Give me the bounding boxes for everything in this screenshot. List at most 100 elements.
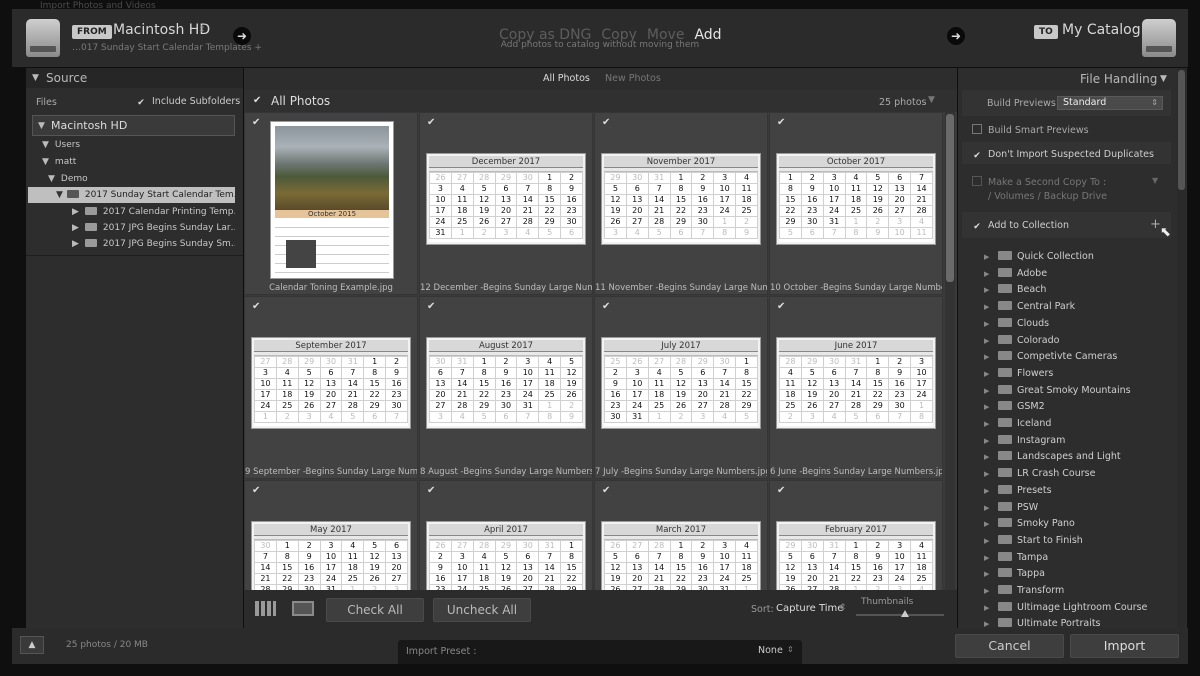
photo-checkbox-icon[interactable]: ✔: [427, 301, 438, 312]
expand-triangle-icon[interactable]: ▶: [984, 416, 998, 433]
import-preset-dropdown[interactable]: None: [758, 645, 783, 656]
photo-checkbox-icon[interactable]: ✔: [252, 301, 263, 312]
collection-item[interactable]: ▶ Start to Finish: [984, 532, 1083, 549]
collection-item[interactable]: ▶ Ultimage Lightroom Course: [984, 599, 1147, 616]
scrollbar-thumb[interactable]: [946, 114, 954, 282]
expand-triangle-icon[interactable]: ▶: [984, 366, 998, 383]
photo-checkbox-icon[interactable]: ✔: [252, 117, 263, 128]
collection-item[interactable]: ▶ Smoky Pano: [984, 515, 1075, 532]
grid-view-icon[interactable]: [254, 600, 277, 617]
photo-thumbnail-cell[interactable]: ✔ February 2017 29 30 31 1 2 3 4 5 6 7 8 9 10 11 12 13 14 1…: [769, 480, 943, 590]
photo-thumbnail-cell[interactable]: ✔ December 2017 26 27 28 29 30 1 2 3 4 5 6 7 8 9 10 11 12 1…: [419, 112, 593, 295]
tree-item-selected-folder[interactable]: ▼ 2017 Sunday Start Calendar Tem…: [28, 187, 235, 203]
thumbnail-size-slider[interactable]: [856, 614, 944, 616]
import-button[interactable]: Import: [1070, 634, 1179, 658]
collection-item[interactable]: ▶ Landscapes and Light: [984, 448, 1121, 465]
photo-thumbnail-cell[interactable]: ✔ October 2015 Calendar Toning Example.jpg: [244, 112, 418, 295]
expand-triangle-icon[interactable]: ▶: [984, 600, 998, 617]
expand-triangle-icon[interactable]: ▶: [984, 533, 998, 550]
photo-thumbnail-cell[interactable]: ✔ August 2017 30 31 1 2 3 4 5 6 7 8 9 10 11 12 13 14 15 16 1…: [419, 296, 593, 479]
collection-item[interactable]: ▶ Presets: [984, 482, 1052, 499]
photo-checkbox-icon[interactable]: ✔: [602, 485, 613, 496]
right-scrollbar-track[interactable]: [1177, 68, 1186, 628]
expand-triangle-icon[interactable]: ▶: [984, 449, 998, 466]
expand-triangle-icon[interactable]: ▶: [984, 500, 998, 517]
photo-thumbnail-cell[interactable]: ✔ June 2017 28 29 30 31 1 2 3 4 5 6 7 8 9 10 11 12 13 14 15 1…: [769, 296, 943, 479]
expand-triangle-icon[interactable]: ▶: [984, 282, 998, 299]
cancel-button[interactable]: Cancel: [955, 634, 1064, 658]
collection-item[interactable]: ▶ Transform: [984, 582, 1064, 599]
collection-item[interactable]: ▶ Instagram: [984, 432, 1065, 449]
collapse-triangle-icon[interactable]: ▼: [32, 73, 39, 83]
check-all-button[interactable]: Check All: [326, 598, 424, 622]
photo-checkbox-icon[interactable]: ✔: [252, 485, 263, 496]
second-copy-dropdown-icon[interactable]: ▼: [1152, 176, 1158, 185]
photo-checkbox-icon[interactable]: ✔: [602, 117, 613, 128]
sort-dropdown-icon[interactable]: ⇕: [839, 603, 847, 613]
sort-dropdown[interactable]: Capture Time: [776, 603, 843, 614]
photo-thumbnail-cell[interactable]: ✔ October 2017 1 2 3 4 5 6 7 8 9 10 11 12 13 14 15 16 17 18…: [769, 112, 943, 295]
tree-item-subfolder-1[interactable]: ▶ 2017 Calendar Printing Temp…: [28, 204, 235, 220]
second-copy-path[interactable]: / Volumes / Backup Drive: [988, 191, 1107, 202]
photo-thumbnail-cell[interactable]: ✔ September 2017 27 28 29 30 31 1 2 3 4 5 6 7 8 9 10 11 12…: [244, 296, 418, 479]
collection-item[interactable]: ▶ Ultimate Portraits: [984, 615, 1101, 628]
expand-triangle-icon[interactable]: ▶: [984, 566, 998, 583]
collection-item[interactable]: ▶ Iceland: [984, 415, 1051, 432]
preset-dropdown-arrows-icon[interactable]: ⇕: [787, 645, 794, 654]
second-copy-checkbox[interactable]: Make a Second Copy To :: [962, 176, 1171, 188]
loupe-view-icon[interactable]: [292, 601, 314, 616]
photo-thumbnail-cell[interactable]: ✔ May 2017 30 1 2 3 4 5 6 7 8 9 10 11 12 13 14 15 16 17 18 19…: [244, 480, 418, 590]
collection-item[interactable]: ▶ Central Park: [984, 298, 1075, 315]
check-all-icon[interactable]: ✔: [253, 95, 261, 106]
tab-new-photos[interactable]: New Photos: [605, 73, 661, 84]
collection-item[interactable]: ▶ Colorado: [984, 332, 1059, 349]
photo-checkbox-icon[interactable]: ✔: [777, 301, 788, 312]
collection-item[interactable]: ▶ PSW: [984, 499, 1038, 516]
expand-triangle-icon[interactable]: ▶: [984, 349, 998, 366]
add-to-collection-checkbox[interactable]: ✔ Add to Collection: [962, 220, 1171, 233]
build-smart-previews-checkbox[interactable]: Build Smart Previews: [962, 124, 1171, 136]
expand-triangle-icon[interactable]: ▶: [984, 550, 998, 567]
from-dropdown-icon[interactable]: ⇕: [198, 25, 206, 35]
collection-item[interactable]: ▶ Great Smoky Mountains: [984, 382, 1131, 399]
dont-import-duplicates-checkbox[interactable]: ✔ Don't Import Suspected Duplicates: [962, 149, 1171, 162]
expand-triangle-icon[interactable]: ▶: [984, 583, 998, 600]
slider-handle-icon[interactable]: [901, 610, 909, 617]
photo-checkbox-icon[interactable]: ✔: [427, 117, 438, 128]
right-scrollbar-thumb[interactable]: [1178, 70, 1185, 190]
collection-item[interactable]: ▶ Quick Collection: [984, 248, 1094, 265]
include-subfolders-checkbox[interactable]: ✔ Include Subfolders: [136, 96, 240, 109]
expand-triangle-icon[interactable]: ▶: [984, 333, 998, 350]
expand-triangle-icon[interactable]: ▶: [984, 266, 998, 283]
photo-checkbox-icon[interactable]: ✔: [602, 301, 613, 312]
collection-item[interactable]: ▶ Tappa: [984, 565, 1045, 582]
collection-item[interactable]: ▶ Tampa: [984, 549, 1048, 566]
photo-thumbnail-cell[interactable]: ✔ March 2017 26 27 28 1 2 3 4 5 6 7 8 9 10 11 12 13 14 15 16…: [594, 480, 768, 590]
collection-item[interactable]: ▶ Competivte Cameras: [984, 348, 1117, 365]
photo-checkbox-icon[interactable]: ✔: [777, 117, 788, 128]
expand-triangle-icon[interactable]: ▶: [984, 616, 998, 628]
tree-item-matt[interactable]: ▼ matt: [28, 154, 235, 170]
photo-checkbox-icon[interactable]: ✔: [427, 485, 438, 496]
photo-thumbnail-cell[interactable]: ✔ July 2017 25 26 27 28 29 30 1 2 3 4 5 6 7 8 9 10 11 12 13 1…: [594, 296, 768, 479]
collection-item[interactable]: ▶ LR Crash Course: [984, 465, 1095, 482]
expand-triangle-icon[interactable]: ▶: [984, 483, 998, 500]
expand-triangle-icon[interactable]: ▶: [984, 383, 998, 400]
collection-item[interactable]: ▶ Clouds: [984, 315, 1049, 332]
expand-up-icon[interactable]: ▲: [20, 636, 44, 654]
photo-thumbnail-cell[interactable]: ✔ April 2017 26 27 28 29 30 31 1 2 3 4 5 6 7 8 9 10 11 12 13…: [419, 480, 593, 590]
expand-triangle-icon[interactable]: ▶: [984, 299, 998, 316]
build-previews-dropdown[interactable]: Standard ⇕: [1057, 96, 1163, 110]
expand-triangle-icon[interactable]: ▶: [984, 249, 998, 266]
collection-item[interactable]: ▶ Flowers: [984, 365, 1053, 382]
drive-macintosh-hd[interactable]: ▼ Macintosh HD: [32, 115, 235, 136]
tree-item-demo[interactable]: ▼ Demo: [28, 171, 235, 187]
collection-item[interactable]: ▶ Adobe: [984, 265, 1047, 282]
collapse-triangle-icon[interactable]: ▼: [1160, 74, 1167, 84]
expand-triangle-icon[interactable]: ▶: [984, 466, 998, 483]
tree-item-subfolder-2[interactable]: ▶ 2017 JPG Begins Sunday Lar…: [28, 220, 235, 236]
sort-triangle-icon[interactable]: ▼: [928, 95, 935, 105]
tab-all-photos[interactable]: All Photos: [543, 73, 590, 84]
expand-triangle-icon[interactable]: ▶: [984, 399, 998, 416]
scrollbar-track[interactable]: [945, 112, 955, 590]
